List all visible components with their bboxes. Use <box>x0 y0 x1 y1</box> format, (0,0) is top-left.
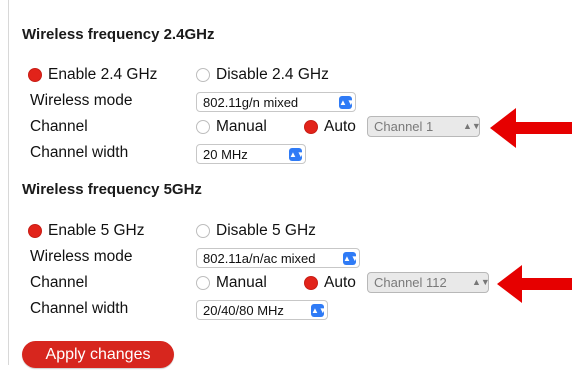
channel-auto-label-5: Auto <box>324 274 356 291</box>
wireless-mode-value-24: 802.11g/n mixed <box>203 94 299 110</box>
channel-select-5[interactable]: Channel 112 ▲▼ <box>367 272 490 293</box>
wireless-mode-label-24: Wireless mode <box>30 92 133 109</box>
wireless-mode-label-5: Wireless mode <box>30 248 133 265</box>
apply-changes-button[interactable]: Apply changes <box>22 341 174 368</box>
chevron-up-down-icon: ▲▼ <box>463 121 481 131</box>
channel-auto-label-24: Auto <box>324 118 356 135</box>
channel-width-value-5: 20/40/80 MHz <box>203 302 284 318</box>
channel-manual-radio-24[interactable]: Manual <box>196 118 267 136</box>
radio-selected-icon <box>304 120 318 134</box>
channel-width-value-24: 20 MHz <box>203 146 248 162</box>
disable-24ghz-radio[interactable]: Disable 2.4 GHz <box>196 66 329 84</box>
disable-5ghz-radio[interactable]: Disable 5 GHz <box>196 222 316 240</box>
channel-value-5: Channel 112 <box>374 275 447 290</box>
radio-unselected-icon <box>196 68 210 82</box>
radio-selected-icon <box>28 224 42 238</box>
wireless-mode-select-24[interactable]: 802.11g/n mixed ▲▼ <box>196 92 356 112</box>
radio-unselected-icon <box>196 120 210 134</box>
enable-5ghz-radio[interactable]: Enable 5 GHz <box>28 222 145 240</box>
section-title-24ghz: Wireless frequency 2.4GHz <box>22 26 215 43</box>
enable-24ghz-radio[interactable]: Enable 2.4 GHz <box>28 66 157 84</box>
channel-label-24: Channel <box>30 118 88 135</box>
arrow-left-icon <box>497 265 572 303</box>
radio-selected-icon <box>28 68 42 82</box>
enable-24ghz-label: Enable 2.4 GHz <box>48 66 158 83</box>
channel-width-label-24: Channel width <box>30 144 129 161</box>
channel-label-5: Channel <box>30 274 88 291</box>
radio-selected-icon <box>304 276 318 290</box>
wireless-mode-select-5[interactable]: 802.11a/n/ac mixed ▲▼ <box>196 248 360 268</box>
channel-width-select-5[interactable]: 20/40/80 MHz ▲▼ <box>196 300 328 320</box>
enable-5ghz-label: Enable 5 GHz <box>48 222 145 239</box>
arrow-left-icon <box>490 108 572 148</box>
wireless-mode-value-5: 802.11a/n/ac mixed <box>203 250 316 266</box>
disable-5ghz-label: Disable 5 GHz <box>216 222 316 239</box>
chevron-up-down-icon: ▲▼ <box>339 96 355 109</box>
channel-width-label-5: Channel width <box>30 300 129 317</box>
radio-unselected-icon <box>196 224 210 238</box>
channel-auto-radio-24[interactable]: Auto <box>304 118 356 136</box>
channel-manual-label-24: Manual <box>216 118 267 135</box>
channel-select-24[interactable]: Channel 1 ▲▼ <box>367 116 481 137</box>
channel-manual-label-5: Manual <box>216 274 267 291</box>
channel-value-24: Channel 1 <box>374 119 434 134</box>
chevron-up-down-icon: ▲▼ <box>343 252 359 265</box>
section-title-5ghz: Wireless frequency 5GHz <box>22 181 202 198</box>
channel-manual-radio-5[interactable]: Manual <box>196 274 267 292</box>
radio-unselected-icon <box>196 276 210 290</box>
chevron-up-down-icon: ▲▼ <box>472 277 490 287</box>
chevron-up-down-icon: ▲▼ <box>289 148 305 161</box>
disable-24ghz-label: Disable 2.4 GHz <box>216 66 329 83</box>
channel-width-select-24[interactable]: 20 MHz ▲▼ <box>196 144 306 164</box>
channel-auto-radio-5[interactable]: Auto <box>304 274 356 292</box>
chevron-up-down-icon: ▲▼ <box>311 304 327 317</box>
